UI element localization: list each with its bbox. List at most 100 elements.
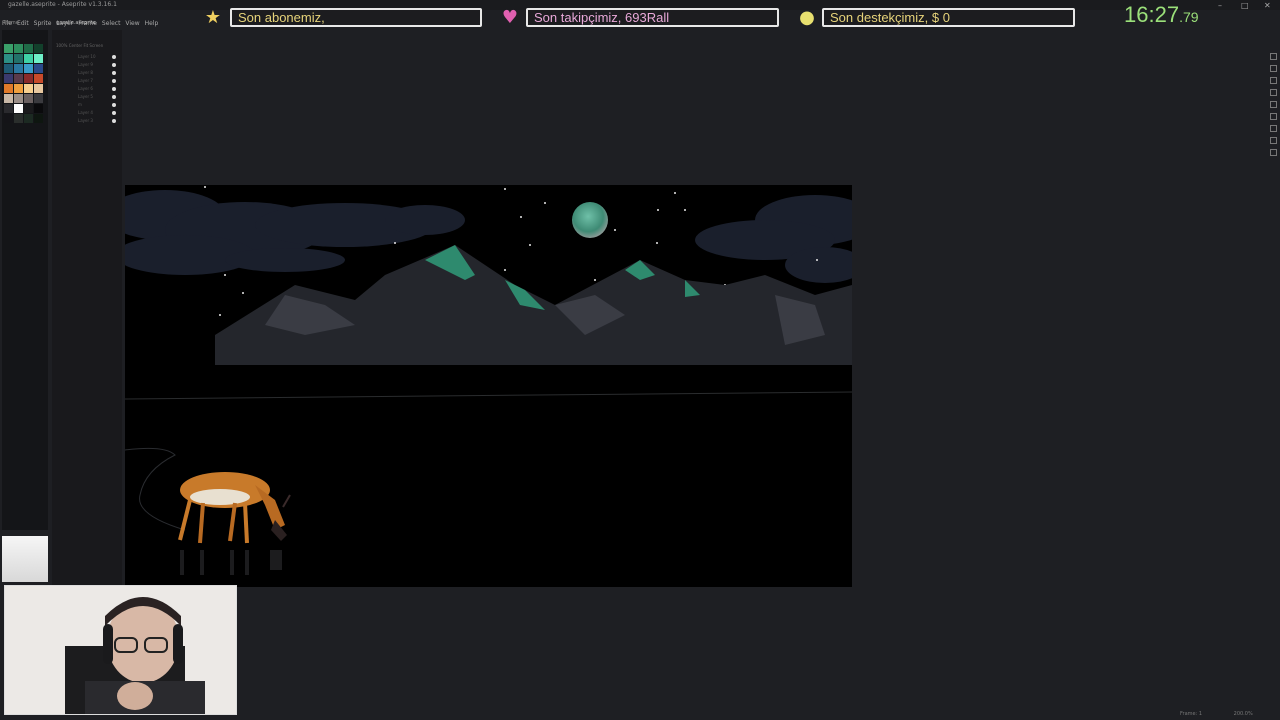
palette-swatch[interactable] — [4, 114, 13, 123]
coin-icon: ● — [799, 7, 815, 28]
palette-swatch[interactable] — [34, 94, 43, 103]
sprite-canvas[interactable] — [125, 185, 852, 587]
tool-bar — [1267, 45, 1280, 165]
palette-swatch[interactable] — [24, 54, 33, 63]
layer-name: Layer 8 — [78, 70, 93, 75]
document-tabs: Home gazelle.aseprite — [0, 20, 125, 28]
webcam-feed — [4, 585, 237, 715]
layer-visibility-icon[interactable] — [112, 79, 116, 83]
line-icon[interactable] — [1270, 101, 1277, 108]
blur-icon[interactable] — [1270, 137, 1277, 144]
palette-swatch[interactable] — [34, 84, 43, 93]
layer-visibility-icon[interactable] — [112, 103, 116, 107]
fill-icon[interactable] — [1270, 125, 1277, 132]
palette-swatch[interactable] — [24, 74, 33, 83]
last-subscriber-bar: Son abonemiz, — [230, 8, 482, 27]
eyedropper-icon[interactable] — [1270, 77, 1277, 84]
layer-row[interactable]: Layer 5 — [54, 94, 118, 100]
clock-time: 16:27 — [1124, 2, 1180, 27]
layer-row[interactable]: m — [54, 102, 118, 108]
palette-swatch[interactable] — [34, 54, 43, 63]
palette-swatch[interactable] — [4, 84, 13, 93]
palette-swatch[interactable] — [24, 84, 33, 93]
last-follower-bar: Son takipçimiz, 693Rall — [526, 8, 779, 27]
palette-swatch[interactable] — [34, 104, 43, 113]
pixel-art-scene — [125, 185, 852, 587]
star-icon: ★ — [204, 7, 222, 28]
palette-swatch[interactable] — [34, 44, 43, 53]
tab-home[interactable]: Home — [4, 20, 19, 26]
layer-name: Layer 9 — [78, 62, 93, 67]
palette-swatch[interactable] — [14, 84, 23, 93]
color-preview — [2, 536, 48, 582]
palette-swatch[interactable] — [4, 94, 13, 103]
layer-name: Layer 3 — [78, 118, 93, 123]
layer-visibility-icon[interactable] — [112, 95, 116, 99]
palette-swatch[interactable] — [34, 114, 43, 123]
palette-swatch[interactable] — [4, 64, 13, 73]
layer-name: Layer 7 — [78, 78, 93, 83]
zoom-100-button[interactable]: 100% — [56, 43, 67, 48]
moon — [572, 202, 608, 238]
palette-swatch[interactable] — [14, 64, 23, 73]
clock-centis: .79 — [1179, 9, 1199, 25]
layer-row[interactable]: Layer 7 — [54, 78, 118, 84]
last-donator-bar: Son destekçimiz, $ 0 — [822, 8, 1075, 27]
status-bar: Frame: 1 200.0% — [1180, 711, 1253, 717]
layer-row[interactable]: Layer 9 — [54, 62, 118, 68]
palette-swatch[interactable] — [14, 54, 23, 63]
layer-row[interactable]: Layer 3 — [54, 118, 118, 124]
menu-view[interactable]: View — [125, 20, 139, 27]
color-palette — [2, 30, 48, 530]
window-title: gazelle.aseprite - Aseprite v1.3.16.1 — [8, 1, 117, 8]
heart-icon: ♥ — [501, 7, 519, 28]
text-icon[interactable] — [1270, 149, 1277, 156]
palette-swatch[interactable] — [14, 104, 23, 113]
layer-visibility-icon[interactable] — [112, 71, 116, 75]
palette-swatch[interactable] — [34, 64, 43, 73]
close-button[interactable]: ✕ — [1264, 1, 1271, 10]
pencil-icon[interactable] — [1270, 53, 1277, 60]
move-icon[interactable] — [1270, 89, 1277, 96]
minimize-button[interactable]: – — [1218, 1, 1222, 10]
layer-row[interactable]: Layer 4 — [54, 110, 118, 116]
palette-swatch[interactable] — [14, 114, 23, 123]
layer-name: Layer 6 — [78, 86, 93, 91]
layer-row[interactable]: Layer 6 — [54, 86, 118, 92]
layer-name: m — [78, 102, 82, 107]
layer-visibility-icon[interactable] — [112, 119, 116, 123]
palette-swatch[interactable] — [24, 64, 33, 73]
zoom-level[interactable]: 200.0% — [1234, 711, 1253, 717]
streamer-image — [5, 586, 236, 714]
layer-row[interactable]: Layer 8 — [54, 70, 118, 76]
layer-row[interactable]: Layer 10 — [54, 54, 118, 60]
palette-swatch[interactable] — [4, 44, 13, 53]
tab-gazelle[interactable]: gazelle.aseprite — [56, 20, 96, 26]
menu-bar: File Edit Sprite Layer Frame Select View Help — [2, 10, 202, 27]
maximize-button[interactable]: □ — [1241, 1, 1249, 10]
palette-swatch[interactable] — [14, 94, 23, 103]
palette-swatch[interactable] — [24, 94, 33, 103]
layer-visibility-icon[interactable] — [112, 63, 116, 67]
layer-name: Layer 10 — [78, 54, 96, 59]
palette-swatch[interactable] — [34, 74, 43, 83]
layer-name: Layer 4 — [78, 110, 93, 115]
palette-swatch[interactable] — [24, 104, 33, 113]
palette-swatch[interactable] — [4, 54, 13, 63]
palette-swatch[interactable] — [4, 104, 13, 113]
layer-visibility-icon[interactable] — [112, 87, 116, 91]
palette-swatch[interactable] — [24, 114, 33, 123]
layer-visibility-icon[interactable] — [112, 111, 116, 115]
eraser-icon[interactable] — [1270, 65, 1277, 72]
palette-swatch[interactable] — [14, 44, 23, 53]
layers-panel: 100% Center Fit Screen Layer 10 Layer 9 La… — [52, 30, 122, 585]
rect-icon[interactable] — [1270, 113, 1277, 120]
menu-help[interactable]: Help — [145, 20, 159, 27]
palette-swatch[interactable] — [24, 44, 33, 53]
palette-swatch[interactable] — [4, 74, 13, 83]
center-button[interactable]: Center — [69, 43, 82, 48]
frame-number[interactable]: 1 — [1199, 711, 1202, 717]
fit-screen-button[interactable]: Fit Screen — [83, 43, 103, 48]
layer-visibility-icon[interactable] — [112, 55, 116, 59]
palette-swatch[interactable] — [14, 74, 23, 83]
